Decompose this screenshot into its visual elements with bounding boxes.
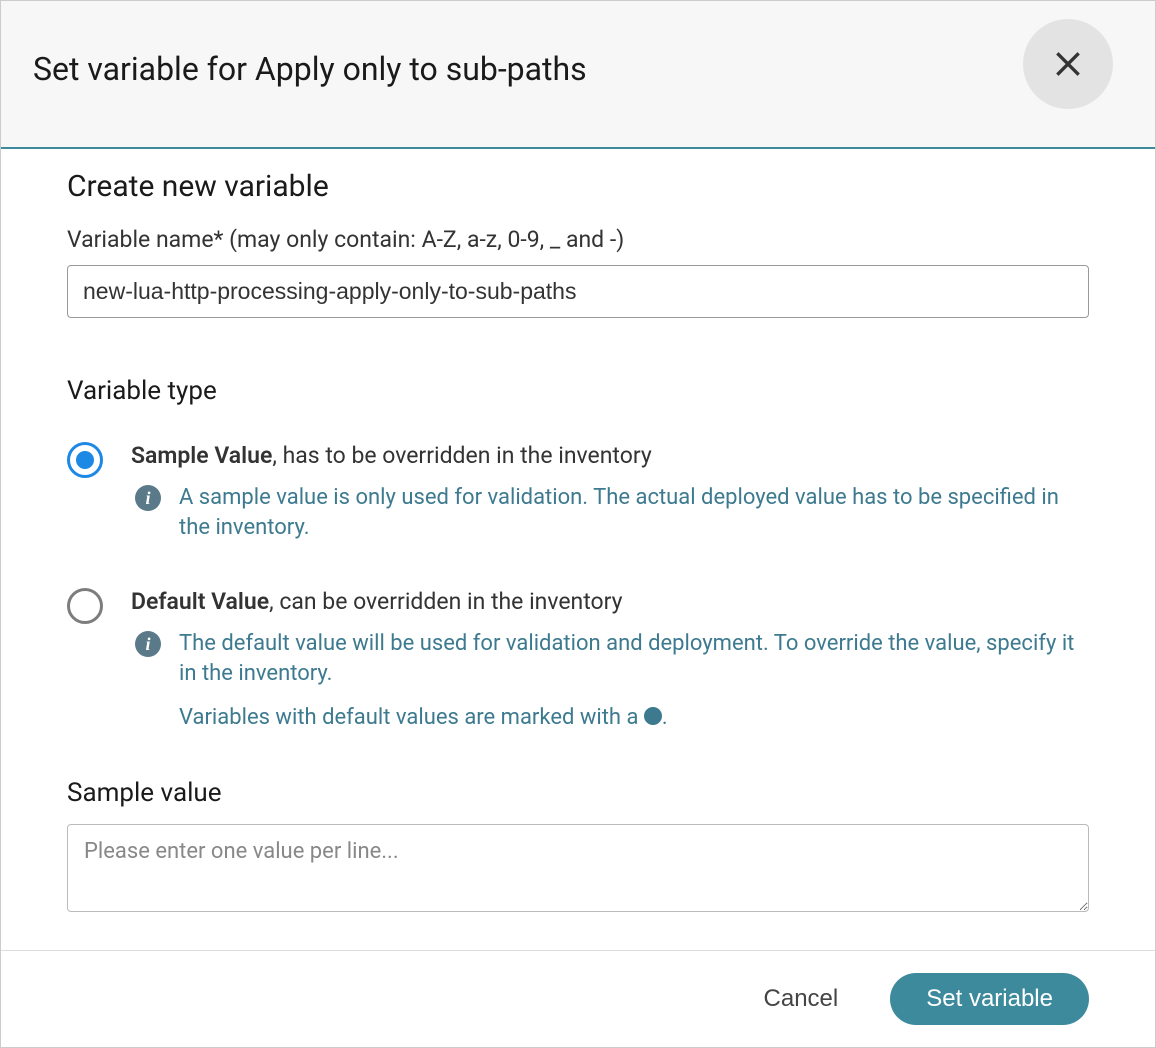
radio-default-content: Default Value, can be overridden in the … xyxy=(131,588,1089,732)
radio-sample-suffix: , has to be overridden in the inventory xyxy=(272,442,651,469)
close-button[interactable] xyxy=(1023,19,1113,109)
radio-sample-title-line: Sample Value, has to be overridden in th… xyxy=(131,442,1089,469)
radio-sample-content: Sample Value, has to be overridden in th… xyxy=(131,442,1089,542)
info-text-wrapper: The default value will be used for valid… xyxy=(179,629,1089,732)
modal-title: Set variable for Apply only to sub-paths xyxy=(33,50,587,88)
variable-type-section: Variable type Sample Value, has to be ov… xyxy=(67,376,1089,732)
cancel-button[interactable]: Cancel xyxy=(764,985,839,1013)
marker-dot-icon xyxy=(644,707,662,725)
info-text-default-1: The default value will be used for valid… xyxy=(179,629,1089,688)
info-text-sample: A sample value is only used for validati… xyxy=(179,483,1089,542)
sample-value-label: Sample value xyxy=(67,778,1089,808)
modal-footer: Cancel Set variable xyxy=(1,950,1155,1047)
radio-sample-value[interactable] xyxy=(67,442,103,478)
info-icon: i xyxy=(135,485,161,511)
radio-sample-title: Sample Value xyxy=(131,442,272,469)
sample-value-section: Sample value xyxy=(67,778,1089,916)
info-text-default-2: Variables with default values are marked… xyxy=(179,703,1089,733)
modal-body: Create new variable Variable name* (may … xyxy=(1,149,1155,950)
set-variable-button[interactable]: Set variable xyxy=(890,973,1089,1025)
info-block-sample: i A sample value is only used for valida… xyxy=(135,483,1089,542)
close-icon xyxy=(1052,48,1084,80)
radio-default-title-line: Default Value, can be overridden in the … xyxy=(131,588,1089,615)
radio-option-sample: Sample Value, has to be overridden in th… xyxy=(67,442,1089,542)
info-icon: i xyxy=(135,631,161,657)
radio-default-title: Default Value xyxy=(131,588,269,615)
radio-default-suffix: , can be overridden in the inventory xyxy=(269,588,622,615)
radio-default-value[interactable] xyxy=(67,588,103,624)
set-variable-modal: Set variable for Apply only to sub-paths… xyxy=(0,0,1156,1048)
info-block-default: i The default value will be used for val… xyxy=(135,629,1089,732)
variable-type-heading: Variable type xyxy=(67,376,1089,406)
sample-value-textarea[interactable] xyxy=(67,824,1089,912)
radio-option-default: Default Value, can be overridden in the … xyxy=(67,588,1089,732)
create-variable-heading: Create new variable xyxy=(67,169,1089,204)
modal-header: Set variable for Apply only to sub-paths xyxy=(1,1,1155,149)
info-text-wrapper: A sample value is only used for validati… xyxy=(179,483,1089,542)
variable-name-input[interactable] xyxy=(67,265,1089,318)
variable-name-label: Variable name* (may only contain: A-Z, a… xyxy=(67,226,1089,253)
info-text-default-2-suffix: . xyxy=(662,705,668,730)
info-text-default-2-prefix: Variables with default values are marked… xyxy=(179,705,644,730)
